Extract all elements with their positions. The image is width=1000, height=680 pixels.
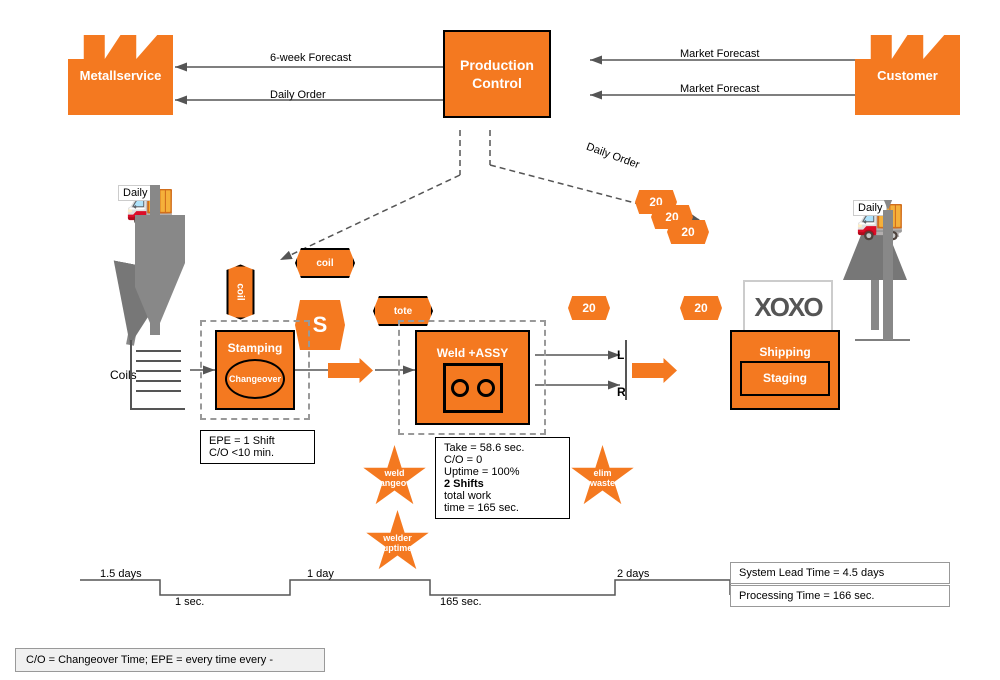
kaizen-weld-changeover: weld changeover [362, 445, 427, 510]
coil-top: coil [295, 248, 355, 278]
timeline-days-3: 2 days [617, 568, 649, 580]
kaizen-elim-waste: elim waste [570, 445, 635, 510]
weld-info: Take = 58.6 sec. C/O = 0 Uptime = 100% 2… [435, 437, 570, 519]
shipping-box: Shipping Staging [730, 330, 840, 410]
l-label: L [617, 348, 624, 362]
shipping-label: Shipping [759, 345, 810, 359]
market-forecast-1-label: Market Forecast [680, 48, 759, 60]
customer-label: Customer [877, 68, 938, 83]
staging-label: Staging [763, 371, 807, 385]
production-control-label: ProductionControl [460, 56, 534, 92]
production-control-box: ProductionControl [443, 30, 551, 118]
coil-stamping: coil [227, 265, 255, 320]
metallservice-factory: Metallservice [68, 35, 173, 115]
metallservice-label: Metallservice [80, 68, 162, 83]
stamping-epe: EPE = 1 Shift [209, 435, 306, 447]
push-arrow-1 [328, 358, 373, 383]
legend-box: C/O = Changeover Time; EPE = every time … [15, 648, 325, 672]
timeline-days-1: 1.5 days [100, 568, 142, 580]
system-lead-time-box: System Lead Time = 4.5 days [730, 562, 950, 584]
customer-factory: Customer [855, 35, 960, 115]
stamping-co: C/O <10 min. [209, 447, 306, 459]
inventory-20-5: 20 [680, 296, 722, 320]
timeline-sec-2: 165 sec. [440, 596, 482, 608]
stamping-info: EPE = 1 Shift C/O <10 min. [200, 430, 315, 464]
weld-dashed [398, 320, 546, 435]
weld-uptime: Uptime = 100% [444, 466, 561, 478]
daily-order-right-label: Daily Order [585, 141, 641, 171]
system-lead-label: System Lead Time = 4.5 days [739, 567, 941, 579]
processing-label: Processing Time = 166 sec. [739, 590, 941, 602]
weld-take: Take = 58.6 sec. [444, 442, 561, 454]
timeline-bar [80, 580, 300, 600]
weld-co: C/O = 0 [444, 454, 561, 466]
lr-line [625, 340, 627, 400]
weld-total: total worktime = 165 sec. [444, 490, 561, 514]
six-week-forecast-label: 6-week Forecast [270, 52, 351, 64]
inventory-20-3: 20 [667, 220, 709, 244]
xoxo-box: XOXO [743, 280, 833, 335]
processing-time-box: Processing Time = 166 sec. [730, 585, 950, 607]
timeline-days-2: 1 day [307, 568, 334, 580]
coil-stack [130, 340, 185, 410]
stamping-dashed [200, 320, 310, 420]
kaizen-welder-uptime: welder uptime [365, 510, 430, 575]
legend-text: C/O = Changeover Time; EPE = every time … [26, 654, 273, 666]
daily-order-left-label: Daily Order [270, 89, 326, 101]
market-forecast-2-label: Market Forecast [680, 83, 759, 95]
push-arrow-2 [632, 358, 677, 383]
weld-shifts: 2 Shifts [444, 478, 561, 490]
inventory-20-4: 20 [568, 296, 610, 320]
